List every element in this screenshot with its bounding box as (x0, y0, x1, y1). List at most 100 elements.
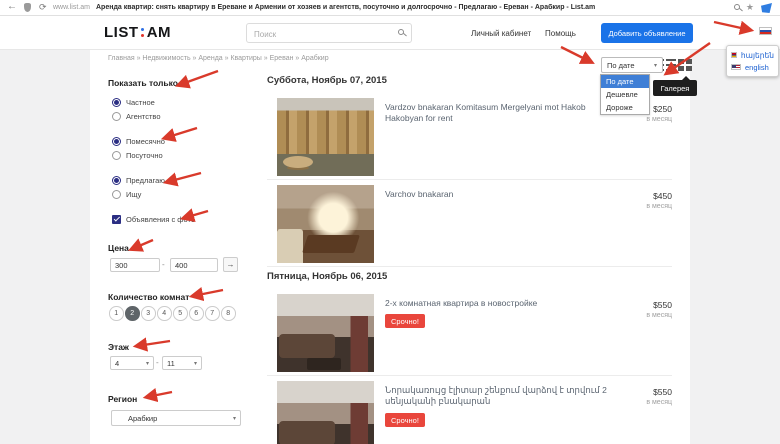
back-icon[interactable]: ← (7, 1, 17, 12)
listing-title[interactable]: Varchov bnakaran (385, 189, 623, 200)
shield-icon[interactable] (24, 3, 31, 12)
listing-title[interactable]: 2-х комнатная квартира в новостройке (385, 298, 623, 309)
russian-flag-language-icon[interactable] (759, 27, 772, 35)
reload-icon[interactable]: ⟳ (39, 2, 47, 13)
site-search-box (246, 23, 412, 44)
us-flag-icon (731, 64, 741, 70)
logo-colon-icon (141, 28, 145, 37)
price-from-input[interactable] (110, 258, 160, 272)
checkbox-label: Объявления с фото (126, 215, 195, 224)
site-header: List am Личный кабинет Помощь Добавить о… (0, 16, 780, 50)
listing-photo[interactable] (277, 381, 374, 444)
radio-label: Ищу (126, 190, 142, 199)
room-count-8[interactable]: 8 (221, 306, 236, 321)
region-select[interactable]: Арабкир ▾ (111, 410, 241, 426)
room-count-4[interactable]: 4 (157, 306, 172, 321)
language-option-armenian[interactable]: հայերեն (731, 49, 774, 61)
screen: ← ⟳ www.list.am Аренда квартир: снять кв… (0, 0, 780, 444)
filter-region-title: Регион (108, 394, 138, 404)
list-view-icon[interactable] (662, 59, 676, 71)
chevron-down-icon: ▾ (232, 415, 236, 422)
address-bar-url[interactable]: www.list.am (53, 4, 90, 11)
price-to-input[interactable] (170, 258, 218, 272)
logo-text-left: List (104, 24, 139, 41)
radio-label: Помесячно (126, 137, 165, 146)
listing-price: $550 (653, 387, 672, 397)
language-option-english[interactable]: english (731, 61, 774, 73)
room-count-7[interactable]: 7 (205, 306, 220, 321)
browser-toolbar: ← ⟳ www.list.am Аренда квартир: снять кв… (0, 0, 780, 16)
chevron-down-icon: ▾ (193, 360, 197, 367)
nav-help-link[interactable]: Помощь (545, 29, 576, 38)
gallery-view-icon[interactable] (678, 59, 692, 71)
price-range-separator: - (162, 260, 165, 269)
room-count-2-selected[interactable]: 2 (125, 306, 140, 321)
listing-photo[interactable] (277, 294, 374, 372)
chevron-down-icon: ▾ (653, 62, 657, 69)
logo-text-right: am (146, 24, 172, 41)
armenian-flag-icon (731, 52, 737, 58)
room-count-3[interactable]: 3 (141, 306, 156, 321)
nav-personal-account-link[interactable]: Личный кабинет (471, 29, 531, 38)
date-section-header: Пятница, Ноябрь 06, 2015 (267, 271, 388, 282)
room-count-6[interactable]: 6 (189, 306, 204, 321)
listing-title[interactable]: Նորակառույց էլիտար շենքում վարձով է տրվո… (385, 385, 623, 408)
listing-price-block: $550 в месяц (646, 387, 672, 406)
language-label: հայերեն (740, 50, 774, 60)
add-listing-button[interactable]: Добавить объявление (601, 23, 693, 43)
sort-dropdown[interactable]: По дате ▾ (601, 57, 663, 73)
filter-floor-title: Этаж (108, 342, 129, 352)
urgent-badge: Срочно! (385, 413, 425, 427)
listing-price-block: $550 в месяц (646, 300, 672, 319)
listing-price-period: в месяц (646, 116, 672, 123)
floor-range-separator: - (156, 358, 159, 367)
radio-daily[interactable]: Посуточно (112, 151, 163, 160)
floor-to-select[interactable]: 11 ▾ (162, 356, 202, 370)
listing-price: $550 (653, 300, 672, 310)
breadcrumb[interactable]: Главная » Недвижимость » Аренда » Кварти… (108, 55, 329, 62)
listing-price: $250 (653, 104, 672, 114)
listing-price-block: $450 в месяц (646, 191, 672, 210)
radio-icon (112, 98, 121, 107)
floor-from-select[interactable]: 4 ▾ (110, 356, 154, 370)
price-apply-button[interactable]: → (223, 257, 238, 272)
rooms-count-selector: 1 2 3 4 5 6 7 8 (109, 306, 236, 321)
listam-logo[interactable]: List am (104, 24, 171, 41)
listing-photo[interactable] (277, 185, 374, 263)
sort-selected-value: По дате (607, 60, 635, 70)
radio-label: Предлагаю (126, 176, 165, 185)
radio-offering[interactable]: Предлагаю (112, 176, 165, 185)
radio-icon (112, 137, 121, 146)
toolbar-search-icon[interactable] (734, 4, 740, 10)
sort-option-pricier[interactable]: Дороже (601, 101, 649, 114)
filter-price-title: Цена (108, 243, 129, 253)
checkbox-icon (112, 215, 121, 224)
listing-photo[interactable] (277, 98, 374, 176)
listing-row[interactable]: Varchov bnakaran $450 в месяц (267, 181, 672, 267)
filter-show-only-title: Показать только (108, 78, 178, 88)
listing-row[interactable]: 2-х комнатная квартира в новостройке Сро… (267, 290, 672, 376)
radio-label: Частное (126, 98, 155, 107)
browser-extension-icon[interactable] (761, 3, 772, 13)
room-count-1[interactable]: 1 (109, 306, 124, 321)
radio-seeking[interactable]: Ищу (112, 190, 141, 199)
sort-option-cheaper[interactable]: Дешевле (601, 88, 649, 101)
region-value: Арабкир (128, 413, 158, 423)
listing-title[interactable]: Vardzov bnakaran Komitasum Mergelyani mo… (385, 102, 623, 125)
radio-icon (112, 176, 121, 185)
sort-option-by-date[interactable]: По дате (601, 75, 649, 88)
listing-row[interactable]: Նորակառույց էլիտար շենքում վարձով է տրվո… (267, 377, 672, 444)
radio-label: Агентство (126, 112, 161, 121)
radio-agency[interactable]: Агентство (112, 112, 161, 121)
page-content: Главная » Недвижимость » Аренда » Кварти… (90, 50, 697, 444)
bookmark-star-icon[interactable]: ★ (746, 2, 754, 13)
date-section-header: Суббота, Ноябрь 07, 2015 (267, 75, 387, 86)
search-input[interactable] (247, 25, 411, 44)
sort-dropdown-menu: По дате Дешевле Дороже (600, 74, 650, 115)
listing-price: $450 (653, 191, 672, 201)
radio-private[interactable]: Частное (112, 98, 155, 107)
search-icon[interactable] (398, 29, 404, 35)
room-count-5[interactable]: 5 (173, 306, 188, 321)
checkbox-with-photo[interactable]: Объявления с фото (112, 215, 195, 224)
radio-monthly[interactable]: Помесячно (112, 137, 165, 146)
